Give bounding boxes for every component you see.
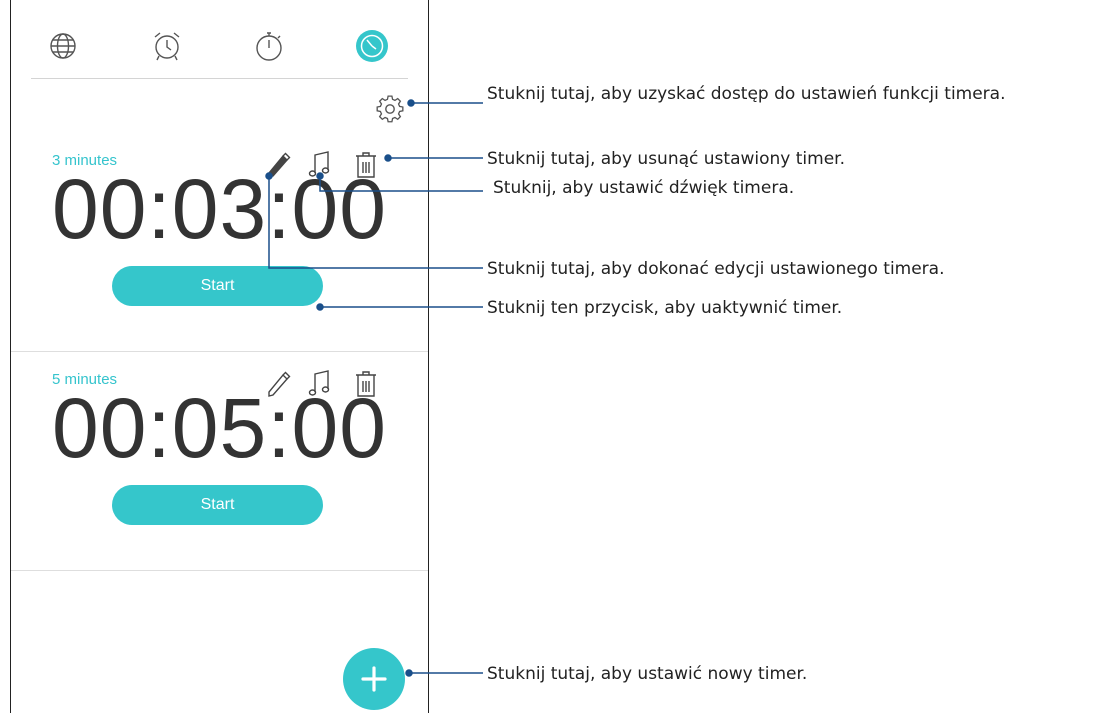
timer-card: 3 minutes 00:03:00 Start [11,133,428,352]
callout-sound: Stuknij, aby ustawić dźwięk timera. [493,178,795,198]
stopwatch-icon[interactable] [252,29,286,63]
start-button[interactable]: Start [112,266,323,306]
callout-start: Stuknij ten przycisk, aby uaktywnić time… [487,298,843,318]
callout-edit: Stuknij tutaj, aby dokonać edycji ustawi… [487,259,945,279]
tab-divider [31,78,408,79]
callout-delete: Stuknij tutaj, aby usunąć ustawiony time… [487,149,845,169]
timer-display: 00:05:00 [52,381,387,475]
plus-icon [361,666,387,692]
timer-display: 00:03:00 [52,162,387,256]
alarm-clock-icon[interactable] [150,29,184,63]
callout-add: Stuknij tutaj, aby ustawić nowy timer. [487,664,808,684]
add-timer-button[interactable] [343,648,405,710]
timer-app-screen: 3 minutes 00:03:00 Start 5 minutes 00:05… [10,0,429,713]
callout-settings: Stuknij tutaj, aby uzyskać dostęp do ust… [487,84,1006,104]
start-button[interactable]: Start [112,485,323,525]
gear-icon[interactable] [375,94,405,124]
world-clock-icon[interactable] [46,29,80,63]
timer-card: 5 minutes 00:05:00 Start [11,352,428,571]
timer-icon[interactable] [355,29,389,63]
